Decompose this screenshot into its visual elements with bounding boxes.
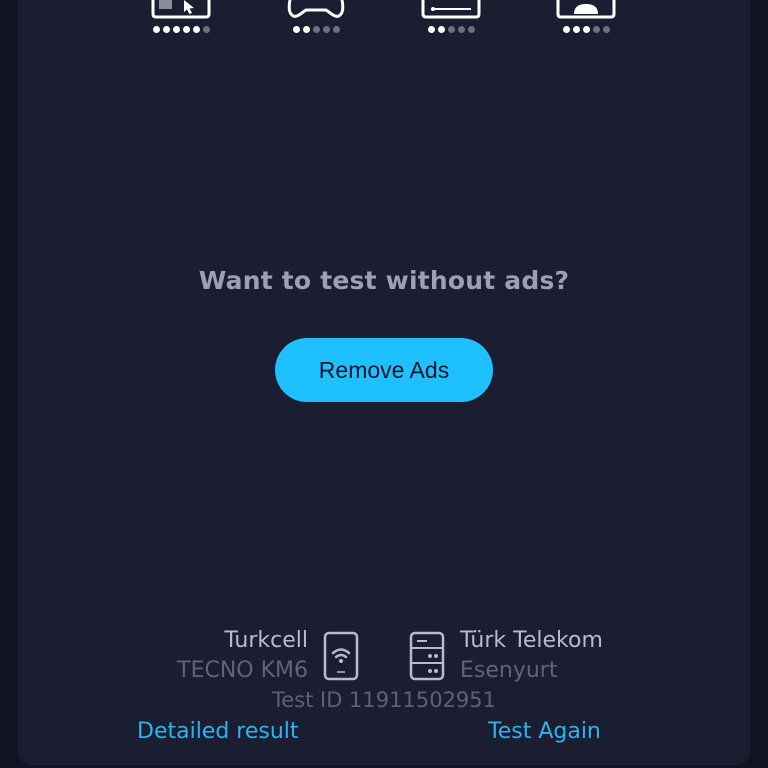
- rating-dot-empty: [202, 26, 210, 33]
- detailed-result-link[interactable]: Detailed result: [137, 717, 299, 747]
- server-icon: [409, 631, 445, 681]
- rating-dot-empty: [602, 26, 610, 33]
- rating-video-call: [551, 0, 621, 40]
- server-provider: Türk Telekom: [460, 628, 603, 653]
- rating-dot-empty: [447, 26, 455, 33]
- rating-dot-filled: [192, 26, 200, 33]
- video-call-icon: [556, 0, 616, 19]
- rating-dots: [146, 26, 216, 33]
- rating-dot-filled: [437, 26, 445, 33]
- remove-ads-button[interactable]: Remove Ads: [275, 338, 493, 402]
- gamepad-icon: [287, 0, 345, 18]
- rating-dot-filled: [182, 26, 190, 33]
- rating-dot-filled: [172, 26, 180, 33]
- rating-dot-empty: [312, 26, 320, 33]
- rating-dot-empty: [467, 26, 475, 33]
- rating-dot-filled: [572, 26, 580, 33]
- rating-dot-filled: [427, 26, 435, 33]
- rating-dot-filled: [562, 26, 570, 33]
- rating-dot-empty: [322, 26, 330, 33]
- rating-row: [0, 0, 768, 40]
- device-name: TECNO KM6: [177, 658, 308, 683]
- phone-wifi-icon: [323, 631, 359, 681]
- rating-dot-empty: [592, 26, 600, 33]
- rating-streaming: [416, 0, 486, 40]
- rating-dots: [551, 26, 621, 33]
- rating-dots: [281, 26, 351, 33]
- server-location: Esenyurt: [460, 658, 558, 683]
- rating-dot-filled: [292, 26, 300, 33]
- rating-dot-empty: [457, 26, 465, 33]
- rating-dot-empty: [332, 26, 340, 33]
- rating-dot-filled: [302, 26, 310, 33]
- streaming-icon: [421, 0, 481, 19]
- rating-dot-filled: [152, 26, 160, 33]
- rating-gaming: [281, 0, 351, 40]
- rating-dot-filled: [582, 26, 590, 33]
- browsing-icon: [151, 0, 211, 19]
- test-again-link[interactable]: Test Again: [488, 717, 601, 747]
- rating-dot-filled: [162, 26, 170, 33]
- rating-browsing: [146, 0, 216, 40]
- rating-dots: [416, 26, 486, 33]
- provider-name: Turkcell: [224, 628, 308, 653]
- promo-question: Want to test without ads?: [198, 266, 570, 295]
- test-id: Test ID 11911502951: [271, 688, 497, 712]
